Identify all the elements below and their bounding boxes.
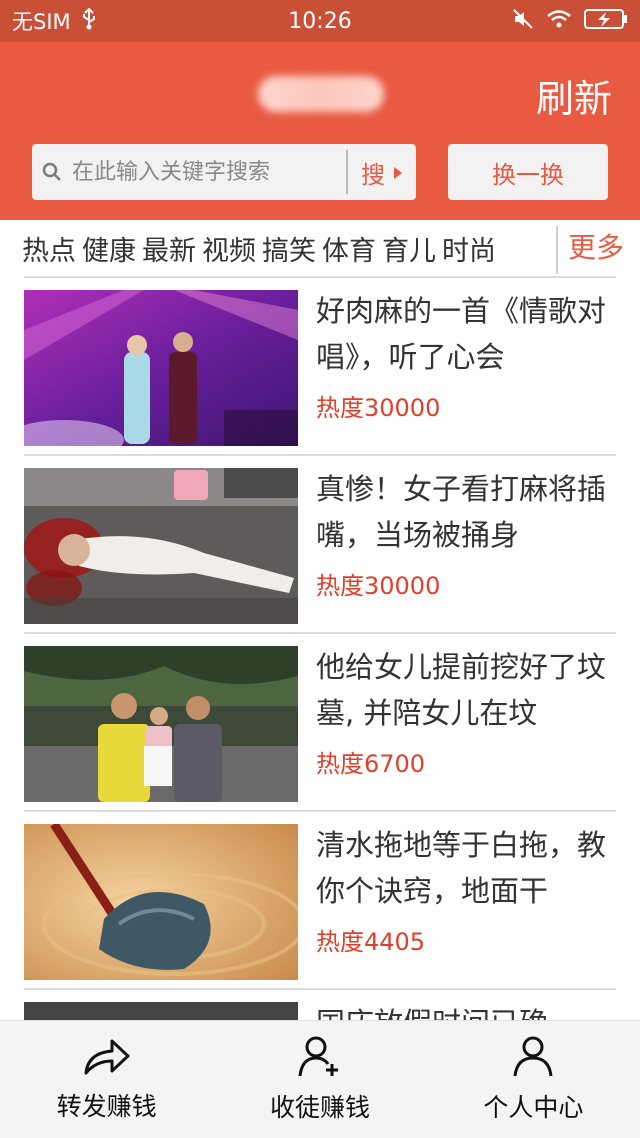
swap-button[interactable]: 换一换 bbox=[448, 144, 608, 200]
app-logo bbox=[258, 76, 384, 112]
news-title: 清水拖地等于白拖，教你个诀窍，地面干 bbox=[316, 828, 607, 908]
news-item[interactable]: 他给女儿提前挖好了坟墓, 并陪女儿在坟 热度6700 bbox=[24, 634, 616, 812]
category-tabs: 热点 健康 最新 视频 搞笑 体育 育儿 时尚 更多 bbox=[0, 220, 640, 276]
news-heat: 热度4405 bbox=[316, 928, 426, 956]
nav-profile[interactable]: 个人中心 bbox=[427, 1021, 640, 1138]
news-item[interactable]: 真惨！女子看打麻将插嘴，当场被捅身 热度30000 bbox=[24, 456, 616, 634]
search-icon bbox=[32, 162, 72, 182]
search-area: 搜 换一换 bbox=[0, 142, 640, 220]
tab-sports[interactable]: 体育 bbox=[322, 229, 376, 268]
news-item[interactable]: 清水拖地等于白拖，教你个诀窍，地面干 热度4405 bbox=[24, 812, 616, 990]
tab-fashion[interactable]: 时尚 bbox=[442, 229, 496, 268]
nav-label: 个人中心 bbox=[483, 1092, 584, 1122]
tab-health[interactable]: 健康 bbox=[82, 229, 136, 268]
triangle-right-icon bbox=[393, 158, 403, 186]
bottom-nav: 转发赚钱 收徒赚钱 个人中心 bbox=[0, 1020, 640, 1138]
share-icon bbox=[82, 1037, 132, 1081]
tab-video[interactable]: 视频 bbox=[202, 229, 256, 268]
refresh-button[interactable]: 刷新 bbox=[536, 68, 612, 123]
news-thumbnail bbox=[24, 290, 298, 446]
news-thumbnail bbox=[24, 646, 298, 802]
nav-label: 转发赚钱 bbox=[56, 1091, 157, 1121]
tabs-divider bbox=[556, 226, 558, 274]
carrier-label: 无SIM bbox=[12, 10, 71, 34]
tab-parenting[interactable]: 育儿 bbox=[382, 229, 436, 268]
app-header: 刷新 bbox=[0, 42, 640, 142]
add-user-icon bbox=[298, 1036, 342, 1082]
battery-icon bbox=[584, 8, 628, 35]
tab-hot[interactable]: 热点 bbox=[22, 229, 76, 268]
news-title: 真惨！女子看打麻将插嘴，当场被捅身 bbox=[316, 472, 607, 552]
tab-latest[interactable]: 最新 bbox=[142, 229, 196, 268]
usb-icon bbox=[81, 7, 97, 35]
news-thumbnail bbox=[24, 824, 298, 980]
search-box: 搜 bbox=[32, 144, 416, 200]
search-input[interactable] bbox=[72, 144, 346, 200]
news-heat: 热度30000 bbox=[316, 572, 441, 600]
news-heat: 热度30000 bbox=[316, 394, 441, 422]
wifi-icon bbox=[546, 9, 572, 34]
news-title: 国庆放假时间已确 bbox=[316, 1000, 608, 1020]
news-thumbnail bbox=[24, 468, 298, 624]
search-button[interactable]: 搜 bbox=[348, 155, 416, 190]
search-button-label: 搜 bbox=[361, 160, 385, 189]
mute-icon bbox=[512, 8, 534, 35]
status-left: 无SIM bbox=[12, 6, 97, 36]
nav-label: 收徒赚钱 bbox=[269, 1092, 370, 1122]
more-tabs-button[interactable]: 更多 bbox=[568, 226, 624, 266]
status-right bbox=[512, 8, 628, 35]
user-icon bbox=[512, 1036, 554, 1082]
news-title: 好肉麻的一首《情歌对唱》，听了心会 bbox=[316, 294, 607, 374]
news-thumbnail bbox=[24, 1002, 298, 1020]
news-item[interactable]: 好肉麻的一首《情歌对唱》，听了心会 热度30000 bbox=[24, 278, 616, 456]
news-item[interactable]: 国庆放假时间已确 bbox=[24, 990, 616, 1020]
news-heat: 热度6700 bbox=[316, 750, 426, 778]
nav-share-earn[interactable]: 转发赚钱 bbox=[0, 1021, 213, 1138]
tab-funny[interactable]: 搞笑 bbox=[262, 229, 316, 268]
news-title: 他给女儿提前挖好了坟墓, 并陪女儿在坟 bbox=[316, 650, 607, 730]
status-bar: 无SIM 10:26 bbox=[0, 0, 640, 42]
tabs-scroll[interactable]: 热点 健康 最新 视频 搞笑 体育 育儿 时尚 bbox=[22, 220, 556, 276]
nav-recruit-earn[interactable]: 收徒赚钱 bbox=[213, 1021, 426, 1138]
news-list[interactable]: 好肉麻的一首《情歌对唱》，听了心会 热度30000 真惨！女子看打麻将插嘴，当场… bbox=[0, 278, 640, 1020]
